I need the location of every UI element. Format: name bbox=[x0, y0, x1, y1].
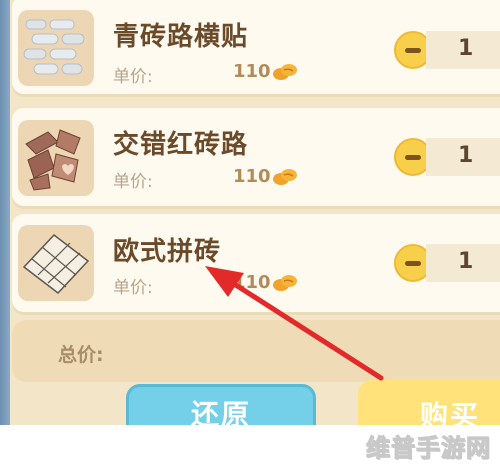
unit-price-label: 单价: bbox=[113, 67, 153, 87]
item-name: 欧式拼砖 bbox=[113, 237, 222, 267]
unit-price-value: 110 bbox=[233, 166, 271, 187]
total-price-label: 总价: bbox=[58, 344, 104, 366]
grey-brick-path-icon bbox=[18, 10, 94, 86]
unit-price-value: 110 bbox=[233, 61, 271, 82]
european-tile-icon bbox=[18, 225, 94, 301]
quantity-value: 1 bbox=[458, 36, 474, 61]
unit-price-value: 110 bbox=[233, 272, 271, 293]
watermark: 维普手游网 bbox=[366, 434, 491, 463]
unit-price-label: 单价: bbox=[113, 278, 153, 298]
quantity-value: 1 bbox=[458, 143, 474, 168]
bean-coin-icon bbox=[273, 64, 297, 80]
unit-price-label: 单价: bbox=[113, 172, 153, 192]
item-name: 青砖路横贴 bbox=[113, 22, 249, 52]
bean-coin-icon bbox=[273, 275, 297, 291]
bean-coin-icon bbox=[273, 169, 297, 185]
item-name: 交错红砖路 bbox=[113, 130, 249, 160]
quantity-value: 1 bbox=[458, 249, 474, 274]
red-brick-path-icon bbox=[18, 120, 94, 196]
